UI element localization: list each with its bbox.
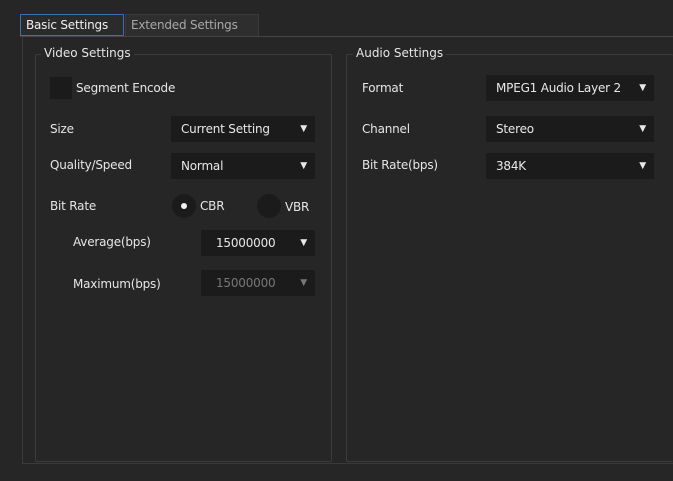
channel-label: Channel	[362, 122, 410, 136]
average-bps-dropdown[interactable]: 15000000 ▼	[201, 230, 315, 256]
vbr-label[interactable]: VBR	[285, 198, 309, 216]
audio-bit-rate-dropdown[interactable]: 384K ▼	[486, 153, 654, 179]
radio-selected-dot	[181, 203, 187, 209]
tab-extended-settings[interactable]: Extended Settings	[125, 14, 259, 36]
tab-basic-settings[interactable]: Basic Settings	[20, 14, 124, 36]
maximum-bps-dropdown: 15000000 ▼	[201, 270, 315, 296]
audio-settings-legend: Audio Settings	[353, 45, 447, 61]
channel-dropdown[interactable]: Stereo ▼	[486, 116, 654, 142]
chevron-down-icon: ▼	[639, 161, 646, 171]
audio-bit-rate-label: Bit Rate(bps)	[362, 158, 438, 172]
segment-encode-checkbox[interactable]	[50, 77, 72, 99]
chevron-down-icon: ▼	[639, 83, 646, 93]
chevron-down-icon: ▼	[300, 278, 307, 288]
quality-speed-dropdown-value: Normal	[181, 159, 224, 173]
chevron-down-icon: ▼	[639, 124, 646, 134]
cbr-radio[interactable]	[172, 194, 196, 218]
average-bps-value: 15000000	[216, 236, 276, 250]
size-dropdown[interactable]: Current Setting ▼	[171, 116, 315, 142]
video-settings-legend: Video Settings	[41, 45, 134, 61]
chevron-down-icon: ▼	[300, 124, 307, 134]
format-label: Format	[362, 81, 404, 95]
audio-bit-rate-value: 384K	[496, 159, 526, 173]
maximum-bps-label: Maximum(bps)	[73, 277, 161, 291]
size-label: Size	[50, 122, 74, 136]
maximum-bps-value: 15000000	[216, 276, 276, 290]
chevron-down-icon: ▼	[300, 161, 307, 171]
chevron-down-icon: ▼	[300, 238, 307, 248]
format-dropdown-value: MPEG1 Audio Layer 2	[496, 81, 621, 95]
channel-dropdown-value: Stereo	[496, 122, 534, 136]
quality-speed-label: Quality/Speed	[50, 158, 132, 172]
format-dropdown[interactable]: MPEG1 Audio Layer 2 ▼	[486, 75, 654, 101]
average-bps-label: Average(bps)	[73, 235, 151, 249]
bit-rate-label: Bit Rate	[50, 199, 97, 213]
vbr-radio[interactable]	[257, 194, 281, 218]
cbr-label[interactable]: CBR	[200, 197, 225, 215]
size-dropdown-value: Current Setting	[181, 122, 270, 136]
segment-encode-label[interactable]: Segment Encode	[76, 79, 175, 97]
quality-speed-dropdown[interactable]: Normal ▼	[171, 153, 315, 179]
